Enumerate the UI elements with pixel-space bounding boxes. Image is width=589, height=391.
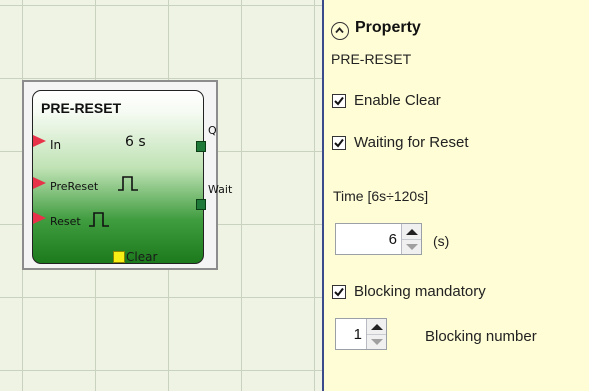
input-pin-prereset[interactable] — [33, 177, 46, 189]
input-pin-reset[interactable] — [33, 212, 46, 224]
time-spinbox[interactable]: 6 — [335, 223, 422, 255]
enable-clear-label[interactable]: Enable Clear — [354, 92, 441, 109]
clear-pin-label: Clear — [126, 250, 158, 264]
time-unit-label: (s) — [433, 233, 450, 249]
input-label-prereset: PreReset — [50, 180, 99, 193]
block-time-value: 6 s — [125, 134, 146, 150]
output-label-wait: Wait — [208, 183, 233, 196]
output-pin-wait[interactable] — [196, 199, 206, 210]
selected-block-name: PRE-RESET — [331, 51, 412, 67]
reset-pulse-icon — [89, 212, 109, 227]
blocking-number-value[interactable]: 1 — [354, 326, 362, 343]
time-value[interactable]: 6 — [389, 231, 397, 248]
time-range-label: Time [6s÷120s] — [333, 188, 429, 204]
blocking-mandatory-label[interactable]: Blocking mandatory — [354, 283, 486, 300]
input-label-reset: Reset — [50, 215, 81, 228]
blocking-number-decrement-button[interactable] — [367, 334, 386, 349]
enable-clear-checkbox[interactable] — [332, 94, 346, 108]
input-pin-in[interactable] — [33, 135, 46, 147]
time-increment-button[interactable] — [402, 224, 421, 240]
panel-title: Property — [355, 19, 421, 36]
prereset-pulse-icon — [118, 176, 138, 191]
blocking-number-increment-button[interactable] — [367, 319, 386, 335]
blocking-number-spinbox[interactable]: 1 — [335, 318, 387, 350]
block-title: PRE-RESET — [41, 100, 122, 116]
input-label-in: In — [50, 138, 62, 152]
output-label-q: Q — [208, 124, 217, 137]
output-pin-q[interactable] — [196, 141, 206, 152]
blocking-number-label: Blocking number — [425, 328, 537, 345]
waiting-for-reset-label[interactable]: Waiting for Reset — [354, 134, 469, 151]
blocking-mandatory-checkbox[interactable] — [332, 285, 346, 299]
time-decrement-button[interactable] — [402, 239, 421, 254]
collapse-chevron-up-icon[interactable] — [331, 22, 349, 40]
waiting-for-reset-checkbox[interactable] — [332, 136, 346, 150]
clear-pin[interactable] — [113, 251, 125, 263]
